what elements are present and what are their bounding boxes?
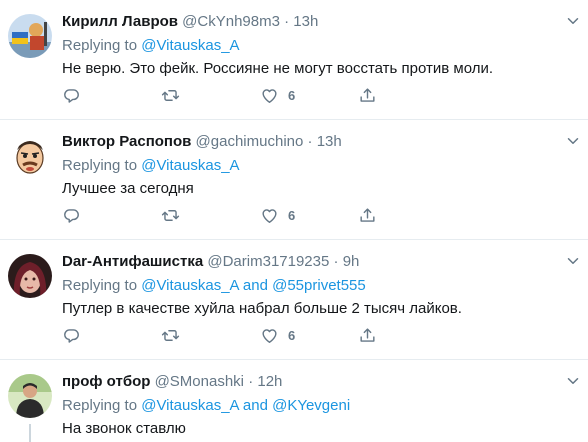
mention-link[interactable]: @Vitauskas_A: [141, 37, 239, 54]
tweet-text: На звонок ставлю: [62, 420, 186, 437]
chevron-down-icon: [567, 258, 579, 264]
author-handle[interactable]: @Darim31719235: [207, 253, 329, 270]
like-button[interactable]: 6: [260, 84, 295, 106]
separator-dot: ·: [307, 133, 313, 150]
more-menu-button[interactable]: [564, 252, 582, 270]
timestamp[interactable]: 13h: [317, 133, 342, 150]
share-button[interactable]: [358, 324, 377, 346]
chevron-down-icon: [567, 378, 579, 384]
avatar[interactable]: [8, 14, 52, 58]
replying-to: Replying to @Vitauskas_A and @55privet55…: [62, 276, 580, 296]
thread-line: [29, 424, 31, 442]
replying-prefix: Replying to: [62, 397, 138, 414]
tweet-header: Кирилл Лавров @CkYnh98m3 · 13h: [62, 12, 580, 32]
avatar[interactable]: [8, 134, 52, 178]
timestamp[interactable]: 13h: [293, 13, 318, 30]
tweet[interactable]: Dar-Антифашистка @Darim31719235 · 9h Rep…: [0, 240, 588, 359]
like-icon: [262, 88, 277, 103]
replying-prefix: Replying to: [62, 37, 138, 54]
reply-button[interactable]: [62, 324, 81, 346]
retweet-button[interactable]: [161, 324, 180, 346]
more-menu-button[interactable]: [564, 372, 582, 390]
tweet-actions: 6: [62, 84, 392, 106]
separator-dot: ·: [284, 13, 290, 30]
like-button[interactable]: 6: [260, 324, 295, 346]
share-icon: [360, 207, 375, 222]
reply-icon: [64, 208, 79, 223]
author-name[interactable]: Кирилл Лавров: [62, 13, 178, 30]
tweet-header: Dar-Антифашистка @Darim31719235 · 9h: [62, 252, 580, 272]
like-count: 6: [288, 327, 296, 343]
separator-dot: ·: [333, 253, 339, 270]
mention-link[interactable]: @Vitauskas_A: [141, 277, 239, 294]
retweet-icon: [161, 209, 180, 221]
chevron-down-icon: [567, 138, 579, 144]
avatar-image: [8, 374, 52, 418]
author-handle[interactable]: @SMonashki: [155, 373, 244, 390]
tweet-actions: 6: [62, 204, 392, 226]
share-button[interactable]: [358, 84, 377, 106]
more-menu-button[interactable]: [564, 132, 582, 150]
share-icon: [360, 327, 375, 342]
separator-dot: ·: [248, 373, 254, 390]
timestamp[interactable]: 12h: [257, 373, 282, 390]
avatar-image: [8, 134, 52, 178]
mention-link[interactable]: @55privet555: [272, 277, 366, 294]
replying-prefix: Replying to: [62, 157, 138, 174]
retweet-button[interactable]: [161, 84, 180, 106]
like-icon: [262, 208, 277, 223]
avatar-image: [8, 14, 52, 58]
mention-link[interactable]: @Vitauskas_A: [141, 397, 239, 414]
tweet-header: Виктор Распопов @gachimuchino · 13h: [62, 132, 580, 152]
mention-conjunction: and: [242, 397, 268, 414]
author-handle[interactable]: @CkYnh98m3: [182, 13, 280, 30]
reply-icon: [64, 328, 79, 343]
more-menu-button[interactable]: [564, 12, 582, 30]
like-icon: [262, 328, 277, 343]
author-handle[interactable]: @gachimuchino: [196, 133, 304, 150]
tweet-text: Путлер в качестве хуйла набрал больше 2 …: [62, 300, 462, 317]
avatar[interactable]: [8, 254, 52, 298]
timestamp[interactable]: 9h: [343, 253, 360, 270]
avatar[interactable]: [8, 374, 52, 418]
reply-button[interactable]: [62, 204, 81, 226]
author-name[interactable]: Dar-Антифашистка: [62, 253, 203, 270]
tweet-header: проф отбор @SMonashki · 12h: [62, 372, 580, 392]
reply-icon: [64, 88, 79, 103]
reply-button[interactable]: [62, 84, 81, 106]
author-name[interactable]: Виктор Распопов: [62, 133, 191, 150]
retweet-icon: [161, 329, 180, 341]
replying-prefix: Replying to: [62, 277, 138, 294]
like-button[interactable]: 6: [260, 204, 295, 226]
retweet-icon: [161, 89, 180, 101]
author-name[interactable]: проф отбор: [62, 373, 150, 390]
like-count: 6: [288, 207, 296, 223]
chevron-down-icon: [567, 18, 579, 24]
mention-conjunction: and: [242, 277, 268, 294]
avatar-image: [8, 254, 52, 298]
share-button[interactable]: [358, 204, 377, 226]
replying-to: Replying to @Vitauskas_A: [62, 36, 580, 56]
tweet-text: Не верю. Это фейк. Россияне не могут вос…: [62, 60, 494, 77]
tweet-actions: 6: [62, 324, 392, 346]
tweet[interactable]: Виктор Распопов @gachimuchino · 13h Repl…: [0, 120, 588, 239]
mention-link[interactable]: @KYevgeni: [272, 397, 350, 414]
tweet[interactable]: проф отбор @SMonashki · 12h Replying to …: [0, 360, 588, 442]
like-count: 6: [288, 87, 296, 103]
replying-to: Replying to @Vitauskas_A and @KYevgeni: [62, 396, 580, 416]
mention-link[interactable]: @Vitauskas_A: [141, 157, 239, 174]
tweet-text: Лучшее за сегодня: [62, 180, 194, 197]
share-icon: [360, 87, 375, 102]
retweet-button[interactable]: [161, 204, 180, 226]
tweet[interactable]: Кирилл Лавров @CkYnh98m3 · 13h Replying …: [0, 0, 588, 119]
replying-to: Replying to @Vitauskas_A: [62, 156, 580, 176]
